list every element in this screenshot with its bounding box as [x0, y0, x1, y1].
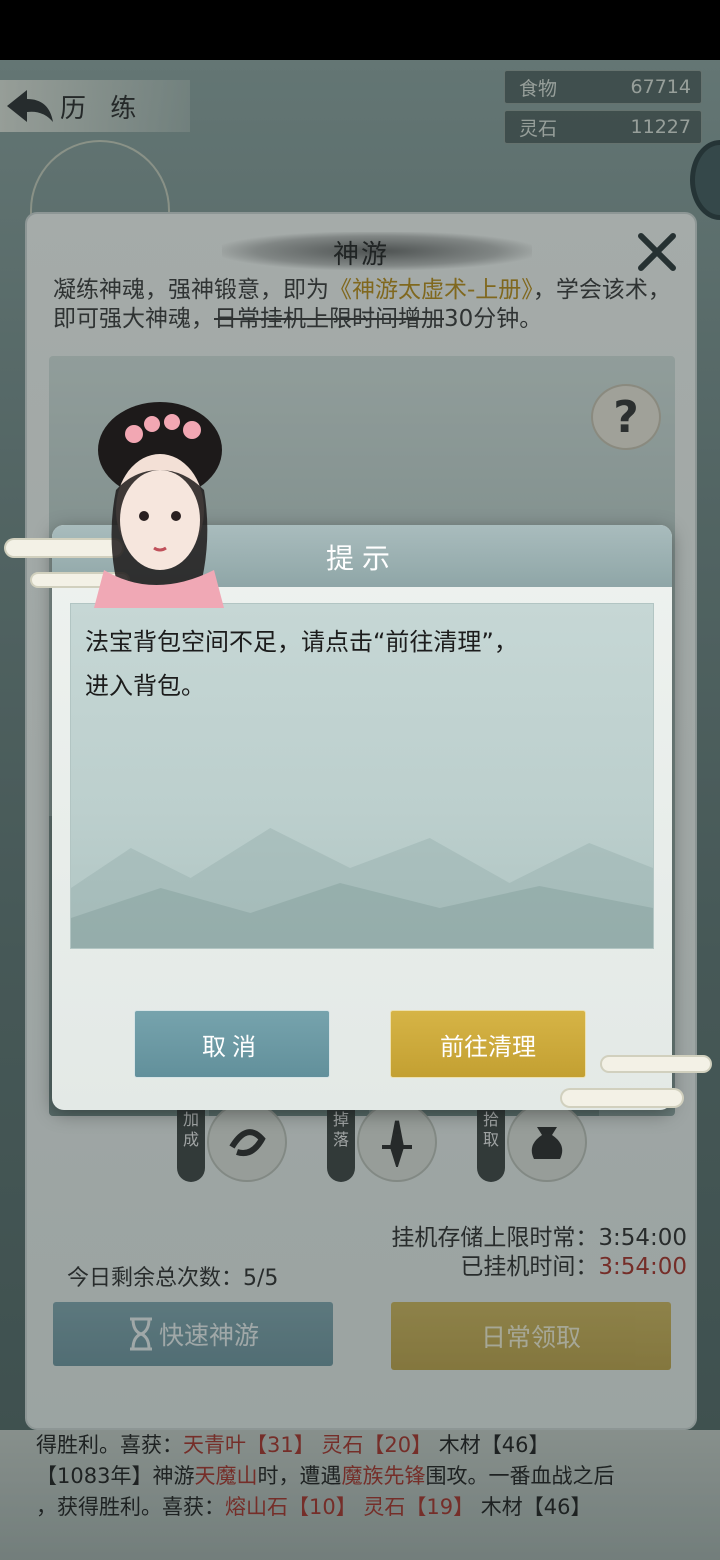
dialog-message-box: 法宝背包空间不足，请点击“前往清理”， 进入背包。 — [70, 603, 654, 949]
cloud-decoration — [600, 1055, 712, 1073]
dialog-message-line: 法宝背包空间不足，请点击“前往清理”， — [85, 628, 518, 656]
cloud-decoration — [560, 1088, 684, 1108]
tip-dialog: 提示 法宝背包空间不足，请点击“前往清理”， 进入背包。 取消 前往清理 — [52, 525, 672, 1110]
maiden-portrait — [64, 370, 244, 608]
cancel-button[interactable]: 取消 — [134, 1010, 330, 1078]
dialog-message-line: 进入背包。 — [85, 672, 205, 700]
mountain-decoration — [71, 828, 653, 948]
status-bar — [0, 0, 720, 60]
go-clean-button[interactable]: 前往清理 — [390, 1010, 586, 1078]
